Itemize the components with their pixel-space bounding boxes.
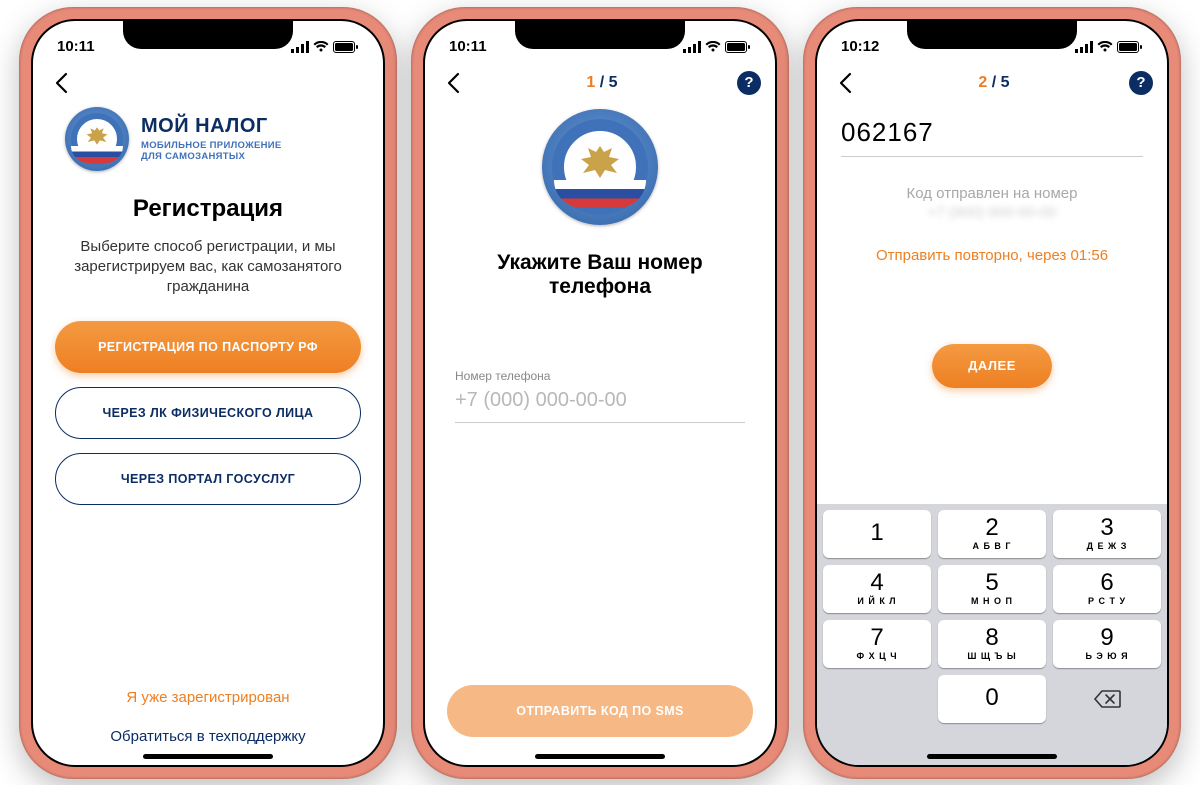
chevron-left-icon — [838, 72, 852, 94]
phone-label: Номер телефона — [455, 369, 745, 383]
keypad-2[interactable]: 2А Б В Г — [938, 510, 1046, 558]
back-button[interactable] — [831, 69, 859, 97]
brand-block: МОЙ НАЛОГ МОБИЛЬНОЕ ПРИЛОЖЕНИЕДЛЯ САМОЗА… — [33, 103, 383, 171]
phone-2: 10:11 1 / 5 ? Укаж — [411, 7, 789, 779]
step-current: 1 — [586, 74, 595, 91]
page-title: Регистрация — [33, 195, 383, 223]
notch — [907, 21, 1077, 49]
fns-emblem-icon — [65, 107, 129, 171]
help-button[interactable]: ? — [737, 71, 761, 95]
code-sent-phone: +7 (900) 000-00-00 — [817, 204, 1167, 221]
home-indicator[interactable] — [535, 754, 665, 759]
status-time: 10:12 — [841, 38, 879, 55]
keypad-4[interactable]: 4И Й К Л — [823, 565, 931, 613]
sms-code-input[interactable] — [841, 115, 1143, 157]
code-sent-caption: Код отправлен на номер — [817, 185, 1167, 202]
step-indicator: 2 / 5 — [978, 74, 1009, 92]
page-title: Укажите Ваш номер телефона — [425, 251, 775, 299]
battery-icon — [333, 41, 359, 53]
keypad-0[interactable]: 0 — [938, 675, 1046, 723]
step-indicator: 1 / 5 — [586, 74, 617, 92]
register-lk-button[interactable]: ЧЕРЕЗ ЛК ФИЗИЧЕСКОГО ЛИЦА — [55, 387, 361, 439]
register-passport-button[interactable]: РЕГИСТРАЦИЯ ПО ПАСПОРТУ РФ — [55, 321, 361, 373]
already-registered-link[interactable]: Я уже зарегистрирован — [126, 689, 289, 706]
keypad-8[interactable]: 8Ш Щ Ъ Ы — [938, 620, 1046, 668]
wifi-icon — [313, 41, 329, 53]
keypad-backspace[interactable] — [1053, 675, 1161, 723]
signal-icon — [683, 41, 701, 53]
app-subtitle: МОБИЛЬНОЕ ПРИЛОЖЕНИЕДЛЯ САМОЗАНЯТЫХ — [141, 140, 282, 163]
home-indicator[interactable] — [927, 754, 1057, 759]
keypad-3[interactable]: 3Д Е Ж З — [1053, 510, 1161, 558]
signal-icon — [291, 41, 309, 53]
resend-countdown: Отправить повторно, через 01:56 — [817, 247, 1167, 264]
keypad-5[interactable]: 5М Н О П — [938, 565, 1046, 613]
phone-input[interactable] — [455, 383, 745, 423]
fns-emblem-icon — [542, 109, 658, 225]
send-sms-button[interactable]: ОТПРАВИТЬ КОД ПО SMS — [447, 685, 753, 737]
chevron-left-icon — [54, 72, 68, 94]
home-indicator[interactable] — [143, 754, 273, 759]
notch — [515, 21, 685, 49]
support-link[interactable]: Обратиться в техподдержку — [110, 728, 305, 745]
page-subtitle: Выберите способ регистрации, и мы зареги… — [33, 223, 383, 298]
status-time: 10:11 — [57, 38, 95, 55]
status-time: 10:11 — [449, 38, 487, 55]
wifi-icon — [1097, 41, 1113, 53]
phone-3: 10:12 2 / 5 ? Код отправлен на номер +7 … — [803, 7, 1181, 779]
step-total: 5 — [609, 74, 618, 91]
wifi-icon — [705, 41, 721, 53]
back-button[interactable] — [47, 69, 75, 97]
phone-1: 10:11 МОЙ НАЛОГ МОБИЛЬНОЕ ПРИЛ — [19, 7, 397, 779]
keypad-6[interactable]: 6Р С Т У — [1053, 565, 1161, 613]
battery-icon — [725, 41, 751, 53]
next-button[interactable]: ДАЛЕЕ — [932, 344, 1052, 388]
keypad-7[interactable]: 7Ф Х Ц Ч — [823, 620, 931, 668]
battery-icon — [1117, 41, 1143, 53]
step-total: 5 — [1001, 74, 1010, 91]
notch — [123, 21, 293, 49]
help-button[interactable]: ? — [1129, 71, 1153, 95]
register-gosuslugi-button[interactable]: ЧЕРЕЗ ПОРТАЛ ГОСУСЛУГ — [55, 453, 361, 505]
chevron-left-icon — [446, 72, 460, 94]
step-current: 2 — [978, 74, 987, 91]
signal-icon — [1075, 41, 1093, 53]
backspace-icon — [1093, 689, 1121, 709]
numeric-keypad: 1 2А Б В Г 3Д Е Ж З 4И Й К Л 5М Н О П 6Р… — [817, 504, 1167, 765]
app-title: МОЙ НАЛОГ — [141, 115, 282, 138]
keypad-1[interactable]: 1 — [823, 510, 931, 558]
keypad-9[interactable]: 9Ь Э Ю Я — [1053, 620, 1161, 668]
keypad-blank — [823, 675, 931, 723]
back-button[interactable] — [439, 69, 467, 97]
